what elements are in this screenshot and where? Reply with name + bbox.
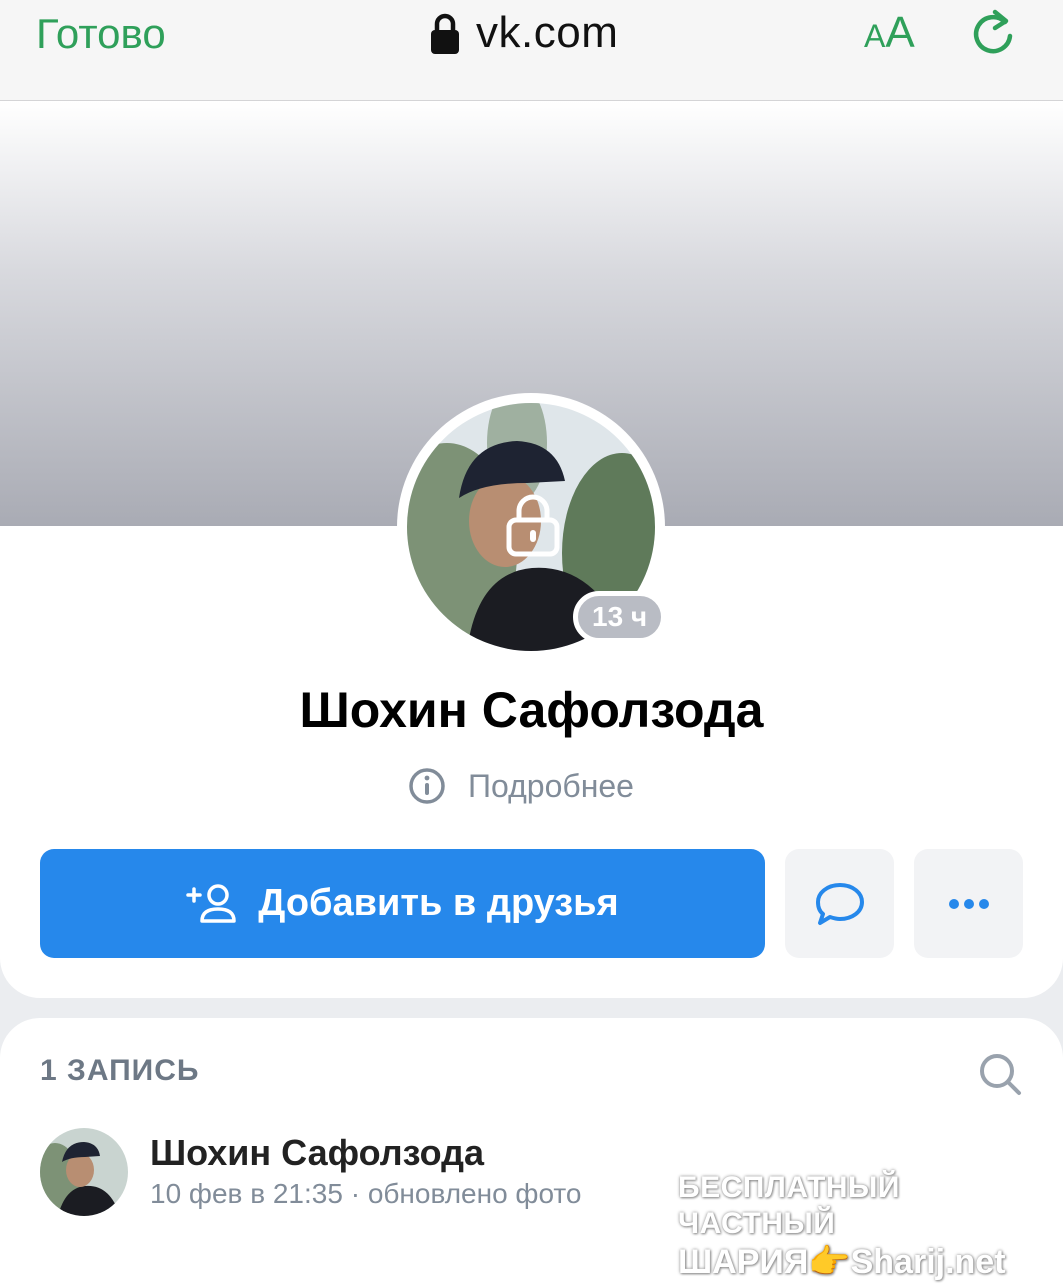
post-author-avatar[interactable] xyxy=(40,1128,128,1216)
browser-toolbar: Готово vk.com AA xyxy=(0,0,1063,101)
watermark: БЕСПЛАТНЫЙ ЧАСТНЫЙ ШАРИЯ👉Sharij.net xyxy=(678,1170,1063,1283)
text-size-button[interactable]: AA xyxy=(864,8,915,58)
watermark-line-1: БЕСПЛАТНЫЙ ЧАСТНЫЙ xyxy=(678,1171,900,1240)
details-link[interactable]: Подробнее xyxy=(408,767,634,805)
posts-count-header: 1 ЗАПИСЬ xyxy=(40,1054,200,1087)
last-seen-badge: 13 ч xyxy=(573,591,667,643)
message-icon xyxy=(815,882,864,925)
add-friend-button[interactable]: Добавить в друзья xyxy=(40,849,765,958)
post-action: обновлено фото xyxy=(367,1178,582,1209)
more-button[interactable] xyxy=(914,849,1023,958)
add-user-icon xyxy=(186,883,237,923)
post-date[interactable]: 10 фев в 21:35 xyxy=(150,1178,343,1209)
meta-separator: · xyxy=(350,1178,361,1209)
info-icon xyxy=(409,768,445,804)
profile-name: Шохин Сафолзода xyxy=(299,682,764,738)
post-meta: 10 фев в 21:35 · обновлено фото xyxy=(150,1178,582,1210)
address-bar[interactable]: vk.com xyxy=(430,8,618,58)
lock-icon xyxy=(431,13,459,54)
avatar-lock-icon xyxy=(506,494,560,557)
more-icon xyxy=(948,898,989,909)
post-author-name[interactable]: Шохин Сафолзода xyxy=(150,1132,484,1174)
text-size-small-glyph: A xyxy=(864,18,886,54)
profile-card: 13 ч Шохин Сафолзода Подробнее Добавить … xyxy=(0,101,1063,998)
message-button[interactable] xyxy=(785,849,894,958)
add-friend-label: Добавить в друзья xyxy=(258,882,619,924)
done-button[interactable]: Готово xyxy=(36,10,166,58)
details-label: Подробнее xyxy=(468,767,634,804)
text-size-large-glyph: A xyxy=(885,8,915,57)
url-text: vk.com xyxy=(476,8,619,57)
search-icon[interactable] xyxy=(978,1052,1022,1096)
watermark-line-2: ШАРИЯ👉Sharij.net xyxy=(678,1243,1006,1281)
reload-icon[interactable] xyxy=(968,6,1018,62)
